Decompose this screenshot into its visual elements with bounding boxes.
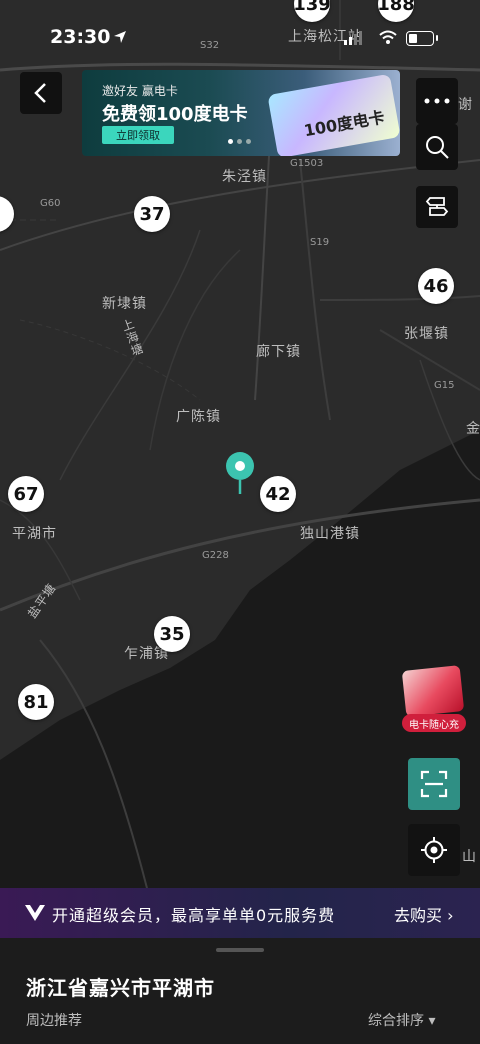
- more-dots-icon: [424, 98, 450, 104]
- charge-card-promo[interactable]: 电卡随心充: [401, 665, 466, 734]
- place-label-zhangyan: 张堰镇: [404, 326, 449, 342]
- card-text: 100度电卡: [302, 107, 386, 141]
- status-bar: 23:30: [0, 22, 480, 56]
- banner-pagination: [228, 139, 251, 144]
- region-title: 浙江省嘉兴市平湖市: [26, 976, 215, 1000]
- station-pin[interactable]: 42: [260, 476, 296, 512]
- electric-card-image: 100度电卡: [267, 73, 400, 156]
- cellular-signal-icon: [344, 31, 362, 45]
- scan-icon: [420, 770, 448, 798]
- wifi-icon: [379, 30, 397, 44]
- crosshair-icon: [421, 837, 447, 863]
- station-pin[interactable]: 35: [154, 616, 190, 652]
- route-sign-icon: [425, 197, 449, 216]
- station-pin[interactable]: 67: [8, 476, 44, 512]
- banner-subtitle: 邀好友 赢电卡: [102, 84, 178, 98]
- battery-icon: [406, 31, 438, 46]
- sheet-drag-handle[interactable]: [216, 948, 264, 952]
- vip-promo-bar[interactable]: 开通超级会员，最高享单单0元服务费 去购买 ›: [0, 888, 480, 938]
- place-label-shan: 山: [462, 849, 477, 865]
- station-pin[interactable]: 46: [418, 268, 454, 304]
- charge-card-label: 电卡随心充: [402, 714, 466, 732]
- search-button[interactable]: [416, 124, 458, 170]
- claim-button[interactable]: 立即领取: [102, 126, 174, 144]
- chevron-left-icon: [34, 83, 46, 103]
- road-label-s19: S19: [310, 237, 330, 248]
- place-label-guangchen: 广陈镇: [176, 409, 221, 425]
- place-label-zhujing: 朱泾镇: [222, 169, 267, 185]
- road-label-g1503: G1503: [290, 158, 324, 169]
- status-time: 23:30: [50, 26, 111, 48]
- place-label-xie: 谢: [458, 97, 473, 113]
- road-label-g15: G15: [434, 380, 455, 391]
- sort-dropdown[interactable]: 综合排序 ▾: [368, 1010, 435, 1030]
- vip-promo-text: 开通超级会员，最高享单单0元服务费: [52, 906, 336, 925]
- station-pin[interactable]: 81: [18, 684, 54, 720]
- place-label-xindai: 新埭镇: [102, 296, 147, 312]
- place-label-jin: 金: [466, 421, 480, 437]
- back-button[interactable]: [20, 72, 62, 114]
- road-label-g60: G60: [40, 198, 61, 209]
- scan-button[interactable]: [408, 758, 460, 810]
- banner-title: 免费领100度电卡: [102, 104, 248, 125]
- vip-buy-link[interactable]: 去购买 ›: [394, 902, 454, 926]
- bottom-sheet[interactable]: 浙江省嘉兴市平湖市 周边推荐 综合排序 ▾: [0, 938, 480, 1044]
- vip-logo-icon: [25, 905, 45, 921]
- charge-card-image: [401, 665, 465, 717]
- location-marker-icon: [226, 452, 254, 494]
- search-icon: [426, 136, 449, 159]
- location-arrow-icon: [114, 31, 126, 43]
- more-button[interactable]: [416, 78, 458, 124]
- locate-me-button[interactable]: [408, 824, 460, 876]
- station-pin[interactable]: 37: [134, 196, 170, 232]
- route-planner-button[interactable]: [416, 186, 458, 228]
- road-label-g228: G228: [202, 550, 229, 561]
- place-label-dushangang: 独山港镇: [300, 526, 360, 542]
- place-label-pinghu: 平湖市: [12, 526, 57, 542]
- nearby-recommend-tab[interactable]: 周边推荐: [26, 1010, 82, 1030]
- place-label-langxia: 廊下镇: [256, 344, 301, 360]
